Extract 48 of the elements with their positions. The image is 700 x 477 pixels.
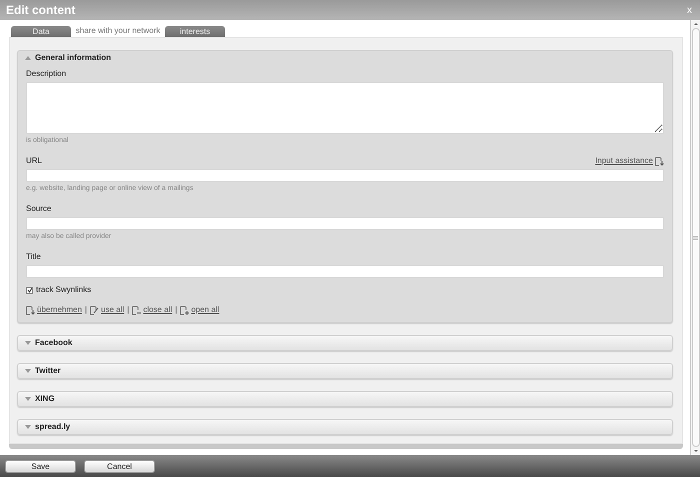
collapse-arrow-icon	[25, 56, 31, 60]
page-arrow-icon	[655, 156, 664, 166]
scroll-up-icon[interactable]	[692, 20, 698, 28]
text-field[interactable]	[26, 169, 664, 182]
action-link[interactable]: close all	[143, 304, 172, 316]
expand-arrow-icon	[25, 424, 31, 430]
section-header[interactable]: XING	[18, 392, 672, 406]
field-label: Description	[26, 68, 66, 80]
description-field[interactable]	[26, 82, 664, 134]
separator: |	[84, 304, 87, 316]
section-title: XING	[35, 393, 55, 405]
page-plus-icon	[180, 306, 190, 314]
expand-arrow-icon	[25, 368, 31, 374]
expand-arrow-icon	[25, 396, 31, 402]
scrollbar[interactable]	[690, 20, 700, 455]
page-pencil-icon	[90, 306, 99, 314]
footer-button[interactable]: Cancel	[84, 460, 155, 472]
field-label: URL	[26, 155, 42, 167]
footer-button[interactable]: Save	[5, 460, 76, 472]
page-arrow-icon	[26, 306, 35, 314]
input-assistance-link[interactable]: Input assistance	[595, 155, 653, 167]
text-field[interactable]	[26, 265, 664, 278]
page-minus-icon	[132, 306, 142, 314]
action-link[interactable]: open all	[191, 304, 220, 316]
checkbox-label: track Swynlinks	[36, 284, 92, 296]
text-field[interactable]	[26, 217, 664, 230]
section-header[interactable]: Twitter	[18, 364, 672, 378]
section-header[interactable]: Facebook	[18, 336, 672, 350]
scroll-down-icon[interactable]	[692, 447, 698, 455]
field-label: Title	[26, 251, 41, 263]
tab[interactable]: interests	[165, 26, 225, 37]
separator: |	[175, 304, 178, 316]
tab[interactable]: Data	[11, 26, 71, 37]
section-header[interactable]: General information	[18, 51, 672, 65]
tab[interactable]: share with your network	[75, 25, 161, 37]
section-header[interactable]: spread.ly	[18, 420, 672, 434]
separator: |	[127, 304, 130, 316]
section-title: Facebook	[35, 337, 72, 349]
section-title: General information	[35, 52, 112, 64]
window-title: Edit content	[6, 2, 76, 19]
section-title: spread.ly	[35, 421, 70, 433]
action-link[interactable]: use all	[101, 304, 124, 316]
checkbox[interactable]	[26, 286, 33, 294]
section-title: Twitter	[35, 365, 61, 377]
grip-icon[interactable]	[693, 236, 698, 240]
field-label: Source	[26, 203, 52, 215]
expand-arrow-icon	[25, 340, 31, 346]
action-link[interactable]: übernehmen	[37, 304, 82, 316]
